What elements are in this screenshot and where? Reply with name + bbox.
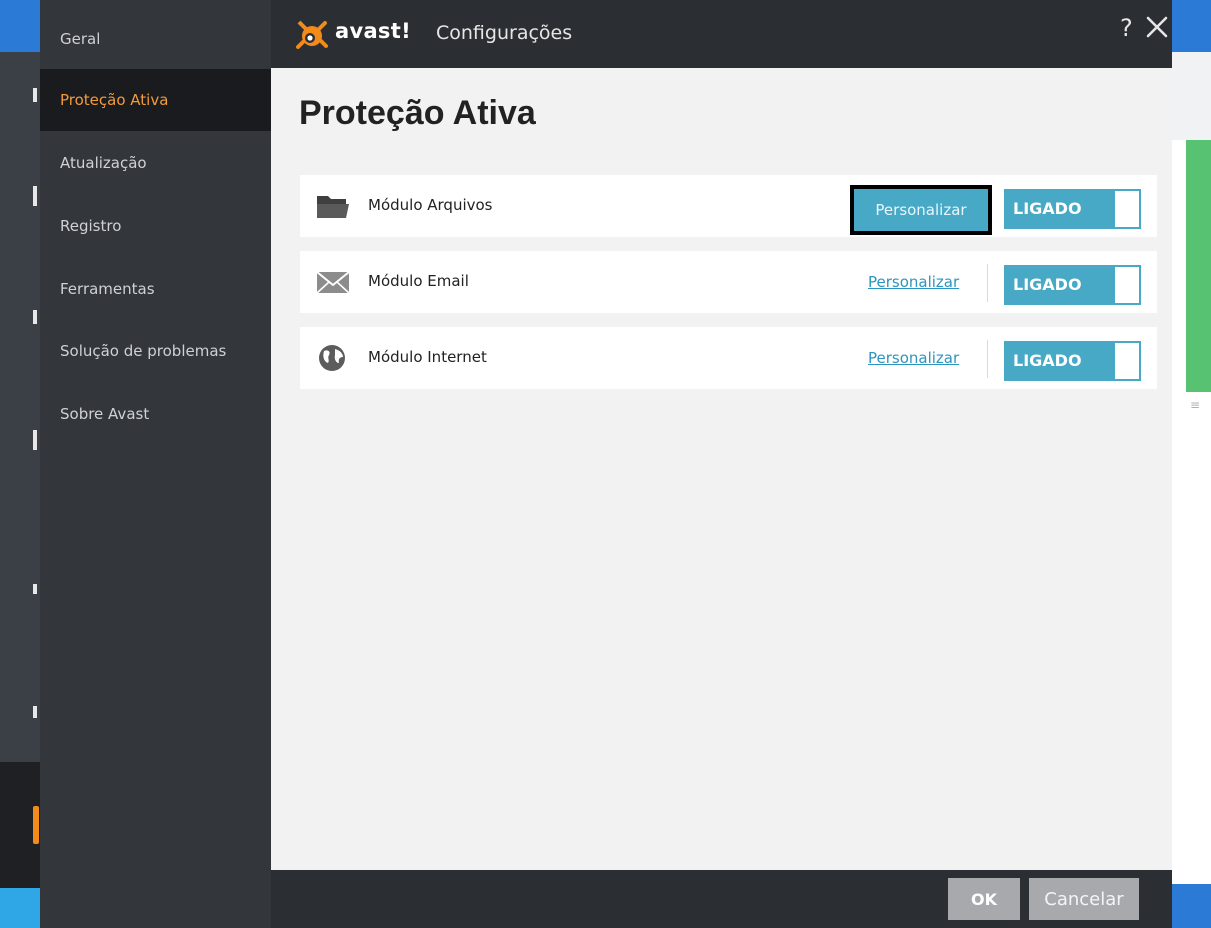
settings-dialog: Geral Proteção Ativa Atualização Registr… [40, 0, 1172, 928]
sidebar-item-solucao-de-problemas[interactable]: Solução de problemas [40, 320, 271, 382]
avast-logo-icon [296, 20, 328, 49]
module-row-email: Módulo Email Personalizar LIGADO [300, 251, 1157, 313]
brand-name: avast! [335, 19, 411, 43]
cancel-button[interactable]: Cancelar [1029, 878, 1139, 920]
divider [987, 264, 988, 302]
toggle-state-label: LIGADO [1013, 275, 1082, 294]
background-app-icon [33, 584, 37, 594]
dialog-footer: OK Cancelar [271, 870, 1172, 928]
module-label: Módulo Internet [368, 348, 487, 366]
module-label: Módulo Arquivos [368, 196, 493, 214]
customize-link[interactable]: Personalizar [868, 349, 959, 367]
divider [987, 340, 988, 378]
background-app-avast-icon [33, 806, 39, 844]
sidebar-item-atualizacao[interactable]: Atualização [40, 132, 271, 194]
background-app-icon [33, 186, 37, 206]
window-title: Configurações [436, 22, 573, 44]
sidebar-item-label: Ferramentas [60, 280, 155, 298]
sidebar-item-label: Solução de problemas [60, 342, 227, 360]
module-toggle[interactable]: LIGADO [1004, 341, 1141, 381]
sidebar-item-ferramentas[interactable]: Ferramentas [40, 258, 271, 320]
toggle-state-label: LIGADO [1013, 199, 1082, 218]
module-toggle[interactable]: LIGADO [1004, 265, 1141, 305]
module-row-internet: Módulo Internet Personalizar LIGADO [300, 327, 1157, 389]
sidebar-item-label: Atualização [60, 154, 147, 172]
background-app-right-strip: ≡ [1172, 0, 1211, 928]
background-app-icon [33, 88, 37, 102]
sidebar-item-label: Registro [60, 217, 122, 235]
folder-icon [317, 196, 349, 218]
module-toggle[interactable]: LIGADO [1004, 189, 1141, 229]
background-app-status-panel [1186, 140, 1211, 392]
main-content: Proteção Ativa Módulo Arquivos Personali… [271, 68, 1172, 870]
sidebar-item-protecao-ativa[interactable]: Proteção Ativa [40, 69, 271, 131]
toggle-knob[interactable] [1115, 343, 1139, 379]
toggle-knob[interactable] [1115, 267, 1139, 303]
settings-sidebar: Geral Proteção Ativa Atualização Registr… [40, 0, 271, 928]
background-app-icon [33, 706, 37, 718]
customize-button[interactable]: Personalizar [850, 185, 992, 235]
page-title: Proteção Ativa [299, 94, 536, 132]
background-app-menu-icon: ≡ [1190, 398, 1201, 412]
module-label: Módulo Email [368, 272, 469, 290]
background-app-bottom-bar [1172, 884, 1211, 928]
globe-icon [319, 345, 345, 371]
sidebar-item-label: Sobre Avast [60, 405, 150, 423]
background-app-header [1172, 0, 1211, 52]
sidebar-item-label: Geral [60, 30, 101, 48]
toggle-knob[interactable] [1115, 191, 1139, 227]
background-app-icon [33, 430, 37, 450]
customize-button-label: Personalizar [854, 189, 988, 231]
sidebar-item-geral[interactable]: Geral [40, 8, 271, 70]
background-app-header [0, 0, 40, 52]
toggle-state-label: LIGADO [1013, 351, 1082, 370]
module-row-arquivos: Módulo Arquivos Personalizar LIGADO [300, 175, 1157, 237]
envelope-icon [316, 271, 350, 294]
background-app-panel [1172, 52, 1211, 140]
close-icon[interactable] [1144, 12, 1170, 42]
sidebar-item-sobre-avast[interactable]: Sobre Avast [40, 383, 271, 445]
customize-link[interactable]: Personalizar [868, 273, 959, 291]
dialog-titlebar: avast! Configurações ? [271, 0, 1172, 68]
sidebar-item-label: Proteção Ativa [60, 91, 169, 109]
background-app-left-strip [0, 0, 40, 928]
help-button[interactable]: ? [1120, 14, 1133, 42]
background-app-bottom-bar [0, 888, 40, 928]
sidebar-item-registro[interactable]: Registro [40, 195, 271, 257]
ok-button[interactable]: OK [948, 878, 1020, 920]
background-app-icon [33, 310, 37, 324]
